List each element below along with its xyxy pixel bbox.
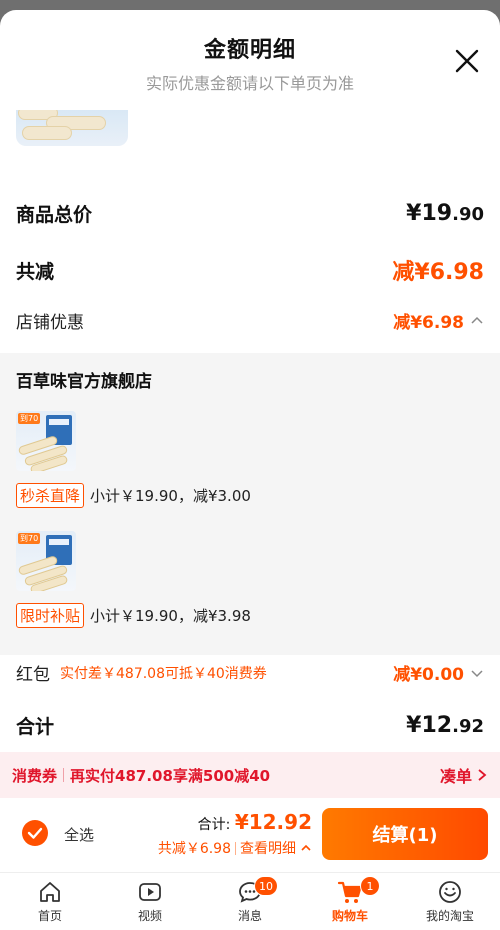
shop-discount-value: 减¥6.98 — [393, 308, 484, 333]
tab-home[interactable]: 首页 — [0, 873, 100, 930]
view-detail-link[interactable]: 查看明细 — [240, 838, 296, 858]
tab-profile[interactable]: 我的淘宝 — [400, 873, 500, 930]
shop-name: 百草味官方旗舰店 — [16, 372, 152, 392]
close-icon[interactable] — [454, 48, 480, 74]
coupon-bar[interactable]: 消费券 再实付487.08享满500减40 凑单 — [0, 752, 500, 798]
total-discount-label: 共减 — [16, 260, 55, 283]
product-discount-line: 限时补贴 小计￥19.90，减¥3.98 — [16, 603, 251, 628]
hongbao-label: 红包 — [16, 665, 50, 685]
promo-tag: 秒杀直降 — [16, 483, 85, 508]
shop-discount-detail: 百草味官方旗舰店 到70 秒杀直降 小计￥19.90，减¥3.00 到70 限时… — [0, 353, 500, 655]
total-price-row: 商品总价 ¥19.90 — [16, 200, 484, 227]
checkout-button[interactable]: 结算(1) — [322, 808, 488, 860]
select-all-label[interactable]: 全选 — [64, 824, 94, 845]
product-discount-line: 秒杀直降 小计￥19.90，减¥3.00 — [16, 483, 251, 508]
grand-total-label: 合计 — [16, 716, 55, 738]
profile-icon — [439, 881, 461, 903]
tab-video[interactable]: 视频 — [100, 873, 200, 930]
select-all-checkbox[interactable] — [22, 820, 48, 846]
chevron-up-icon[interactable] — [300, 842, 312, 854]
tab-cart[interactable]: 1 购物车 — [300, 873, 400, 930]
checkout-bar: 全选 合计: ¥12.92 共减￥6.98 查看明细 结算(1) — [0, 798, 500, 872]
checkout-saved: 共减￥6.98 查看明细 — [158, 838, 312, 858]
checkout-summary: 合计: ¥12.92 共减￥6.98 查看明细 — [158, 810, 312, 858]
total-discount-row: 共减 减¥6.98 — [16, 254, 484, 286]
sheet-subtitle: 实际优惠金额请以下单页为准 — [145, 74, 354, 93]
add-items-link[interactable]: 凑单 — [440, 763, 488, 787]
shop-discount-row[interactable]: 店铺优惠 减¥6.98 — [16, 308, 484, 333]
product-subtotal: 小计￥19.90，减¥3.98 — [90, 607, 251, 625]
hongbao-row[interactable]: 红包 实付差￥487.08可抵￥40消费券 减¥0.00 — [16, 660, 484, 685]
chevron-right-icon — [478, 769, 487, 781]
bottom-tabbar: 首页 视频 10 消息 1 购物车 我的淘宝 — [0, 872, 500, 930]
sheet-title: 金额明细 — [203, 38, 296, 63]
home-icon — [40, 882, 60, 902]
product-subtotal: 小计￥19.90，减¥3.00 — [90, 487, 251, 505]
sheet-header: 金额明细 实际优惠金额请以下单页为准 — [0, 32, 500, 94]
grand-total-row: 合计 ¥12.92 — [16, 712, 484, 739]
product-thumbnail-partial — [16, 110, 128, 146]
product-image: 到70 — [16, 411, 76, 471]
message-badge: 10 — [254, 876, 278, 896]
hongbao-value: 减¥0.00 — [393, 660, 484, 685]
shop-discount-label: 店铺优惠 — [16, 313, 84, 333]
total-price-label: 商品总价 — [16, 204, 93, 226]
checkout-total: 合计: ¥12.92 — [197, 810, 312, 834]
grand-total-value: ¥12.92 — [406, 713, 484, 738]
coupon-message: 再实付487.08享满500减40 — [70, 766, 271, 785]
hongbao-note: 实付差￥487.08可抵￥40消费券 — [60, 665, 267, 682]
tab-messages[interactable]: 10 消息 — [200, 873, 300, 930]
video-icon — [139, 883, 161, 901]
coupon-label: 消费券 — [12, 766, 58, 785]
cart-badge: 1 — [360, 876, 380, 896]
chevron-up-icon — [471, 316, 483, 324]
total-price-value: ¥19.90 — [406, 201, 484, 226]
product-image: 到70 — [16, 531, 76, 591]
promo-tag: 限时补贴 — [16, 603, 85, 628]
chevron-down-icon — [471, 669, 483, 677]
total-discount-value: 减¥6.98 — [392, 260, 484, 285]
